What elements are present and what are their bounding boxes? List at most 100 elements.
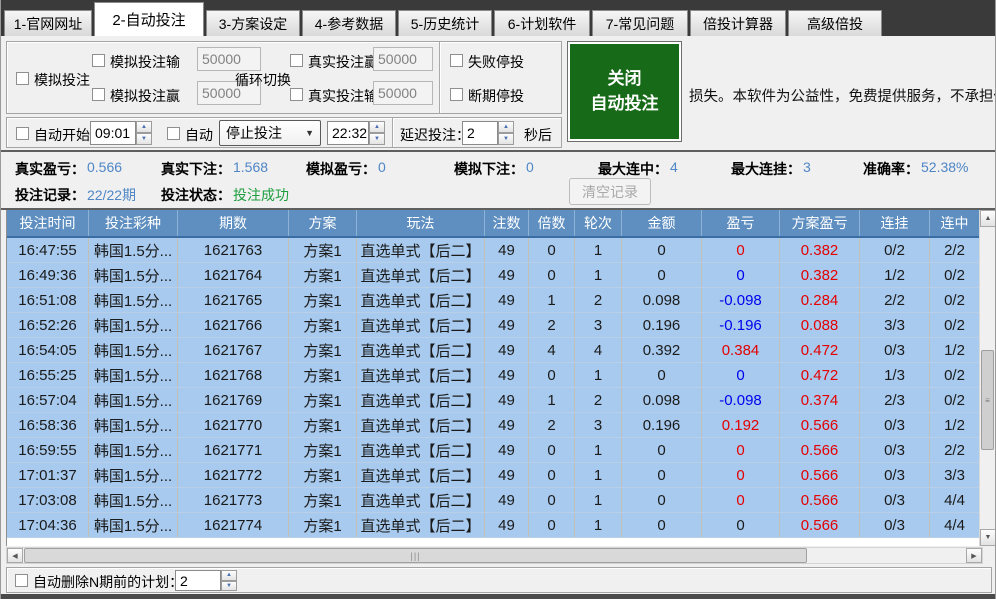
auto-delete-input[interactable] bbox=[175, 570, 221, 591]
start-time-input[interactable] bbox=[90, 121, 136, 145]
tab-8[interactable]: 倍投计算器 bbox=[690, 10, 786, 36]
cell-lose_streak: 0/3 bbox=[860, 488, 930, 512]
cell-win_streak: 1/2 bbox=[930, 413, 980, 437]
sim-bet-value: 0 bbox=[526, 159, 534, 175]
column-header-multiple[interactable]: 倍数 bbox=[529, 210, 575, 236]
table-row[interactable]: 16:47:55韩国1.5分...1621763方案1直选单式【后二】49010… bbox=[7, 238, 995, 263]
column-header-lottery[interactable]: 投注彩种 bbox=[89, 210, 178, 236]
column-header-time[interactable]: 投注时间 bbox=[7, 210, 89, 236]
column-header-amount[interactable]: 金额 bbox=[622, 210, 702, 236]
tab-4[interactable]: 4-参考数据 bbox=[302, 10, 396, 36]
vertical-scrollbar[interactable]: ▲ ≡ ▼ bbox=[979, 210, 995, 546]
cell-period: 1621770 bbox=[178, 413, 289, 437]
column-header-lose_streak[interactable]: 连挂 bbox=[860, 210, 930, 236]
simulate-bet-checkbox[interactable] bbox=[16, 72, 29, 85]
column-header-profit[interactable]: 盈亏 bbox=[702, 210, 780, 236]
real-bet-value: 1.568 bbox=[233, 159, 268, 175]
cell-plan: 方案1 bbox=[289, 388, 357, 412]
column-header-bets[interactable]: 注数 bbox=[485, 210, 529, 236]
spinner-up-icon[interactable]: ▲ bbox=[498, 121, 514, 133]
table-row[interactable]: 17:01:37韩国1.5分...1621772方案1直选单式【后二】49010… bbox=[7, 463, 995, 488]
spinner-down-icon[interactable]: ▼ bbox=[498, 133, 514, 145]
table-row[interactable]: 16:51:08韩国1.5分...1621765方案1直选单式【后二】49120… bbox=[7, 288, 995, 313]
real-lose-checkbox[interactable] bbox=[290, 88, 303, 101]
bet-settings-panel: 模拟投注 模拟投注输 模拟投注赢 循环切换 真实投注赢 真实投注输 失败停投 断… bbox=[6, 41, 562, 114]
tab-3[interactable]: 3-方案设定 bbox=[206, 10, 300, 36]
cell-round: 1 bbox=[575, 238, 622, 262]
table-row[interactable]: 16:49:36韩国1.5分...1621764方案1直选单式【后二】49010… bbox=[7, 263, 995, 288]
table-row[interactable]: 17:03:08韩国1.5分...1621773方案1直选单式【后二】49010… bbox=[7, 488, 995, 513]
spinner-down-icon[interactable]: ▼ bbox=[136, 133, 152, 145]
sim-lose-input[interactable] bbox=[197, 47, 261, 71]
stop-time-input[interactable] bbox=[327, 121, 369, 145]
cell-win_streak: 0/2 bbox=[930, 313, 980, 337]
cell-multiple: 0 bbox=[529, 463, 575, 487]
cell-time: 17:01:37 bbox=[7, 463, 89, 487]
table-row[interactable]: 16:52:26韩国1.5分...1621766方案1直选单式【后二】49230… bbox=[7, 313, 995, 338]
sim-win-checkbox[interactable] bbox=[92, 88, 105, 101]
cell-lottery: 韩国1.5分... bbox=[89, 288, 178, 312]
column-header-period[interactable]: 期数 bbox=[178, 210, 289, 236]
cell-multiple: 0 bbox=[529, 438, 575, 462]
scroll-up-icon[interactable]: ▲ bbox=[980, 210, 996, 227]
spinner-up-icon[interactable]: ▲ bbox=[136, 121, 152, 133]
cell-bets: 49 bbox=[485, 288, 529, 312]
spinner-up-icon[interactable]: ▲ bbox=[369, 121, 385, 133]
table-row[interactable]: 16:54:05韩国1.5分...1621767方案1直选单式【后二】49440… bbox=[7, 338, 995, 363]
stop-action-select[interactable]: 停止投注 ▼ bbox=[219, 120, 321, 146]
cell-play: 直选单式【后二】 bbox=[357, 263, 485, 287]
table-row[interactable]: 16:55:25韩国1.5分...1621768方案1直选单式【后二】49010… bbox=[7, 363, 995, 388]
column-header-round[interactable]: 轮次 bbox=[575, 210, 622, 236]
tab-7[interactable]: 7-常见问题 bbox=[592, 10, 688, 36]
cell-bets: 49 bbox=[485, 438, 529, 462]
vertical-scroll-thumb[interactable]: ≡ bbox=[981, 350, 994, 450]
delay-input[interactable] bbox=[462, 121, 498, 145]
fail-stop-checkbox[interactable] bbox=[450, 54, 463, 67]
auto-start-checkbox[interactable] bbox=[16, 127, 29, 140]
real-win-checkbox[interactable] bbox=[290, 54, 303, 67]
spinner-up-icon[interactable]: ▲ bbox=[221, 570, 237, 581]
close-auto-bet-line2: 自动投注 bbox=[591, 92, 659, 117]
cell-period: 1621771 bbox=[178, 438, 289, 462]
delay-label: 延迟投注： bbox=[400, 125, 470, 145]
auto-delete-checkbox[interactable] bbox=[15, 574, 28, 587]
tab-9[interactable]: 高级倍投 bbox=[788, 10, 882, 36]
real-win-input[interactable] bbox=[373, 47, 433, 71]
table-header: 投注时间投注彩种期数方案玩法注数倍数轮次金额盈亏方案盈亏连挂连中 bbox=[7, 210, 995, 238]
column-header-plan_profit[interactable]: 方案盈亏 bbox=[780, 210, 860, 236]
sim-lose-label: 模拟投注输 bbox=[110, 52, 180, 72]
scroll-right-icon[interactable]: ▶ bbox=[966, 548, 982, 563]
tab-5[interactable]: 5-历史统计 bbox=[398, 10, 492, 36]
miss-stop-checkbox[interactable] bbox=[450, 88, 463, 101]
horizontal-scroll-thumb[interactable]: ||| bbox=[24, 548, 807, 563]
column-header-play[interactable]: 玩法 bbox=[357, 210, 485, 236]
scroll-down-icon[interactable]: ▼ bbox=[980, 529, 996, 546]
table-row[interactable]: 16:57:04韩国1.5分...1621769方案1直选单式【后二】49120… bbox=[7, 388, 995, 413]
tab-6[interactable]: 6-计划软件 bbox=[494, 10, 590, 36]
cell-lottery: 韩国1.5分... bbox=[89, 388, 178, 412]
real-profit-label: 真实盈亏： bbox=[15, 159, 85, 179]
cell-lottery: 韩国1.5分... bbox=[89, 488, 178, 512]
column-header-win_streak[interactable]: 连中 bbox=[930, 210, 980, 236]
auto-checkbox[interactable] bbox=[167, 127, 180, 140]
spinner-down-icon[interactable]: ▼ bbox=[221, 581, 237, 592]
scroll-left-icon[interactable]: ◀ bbox=[7, 548, 23, 563]
cell-profit: 0 bbox=[702, 238, 780, 262]
tab-2[interactable]: 2-自动投注 bbox=[94, 2, 204, 36]
table-row[interactable]: 16:59:55韩国1.5分...1621771方案1直选单式【后二】49010… bbox=[7, 438, 995, 463]
cell-win_streak: 2/2 bbox=[930, 438, 980, 462]
close-auto-bet-button[interactable]: 关闭 自动投注 bbox=[567, 41, 682, 142]
clear-records-button[interactable]: 清空记录 bbox=[569, 178, 651, 205]
table-row[interactable]: 16:58:36韩国1.5分...1621770方案1直选单式【后二】49230… bbox=[7, 413, 995, 438]
real-lose-input[interactable] bbox=[373, 81, 433, 105]
spinner-down-icon[interactable]: ▼ bbox=[369, 133, 385, 145]
column-header-plan[interactable]: 方案 bbox=[289, 210, 357, 236]
sim-lose-checkbox[interactable] bbox=[92, 54, 105, 67]
table-body: 16:47:55韩国1.5分...1621763方案1直选单式【后二】49010… bbox=[7, 238, 995, 538]
tab-1[interactable]: 1-官网网址 bbox=[4, 10, 92, 36]
cell-lose_streak: 0/2 bbox=[860, 238, 930, 262]
cell-profit: 0 bbox=[702, 363, 780, 387]
cell-lose_streak: 0/3 bbox=[860, 413, 930, 437]
horizontal-scrollbar[interactable]: ◀ ||| ▶ bbox=[6, 547, 983, 564]
table-row[interactable]: 17:04:36韩国1.5分...1621774方案1直选单式【后二】49010… bbox=[7, 513, 995, 538]
